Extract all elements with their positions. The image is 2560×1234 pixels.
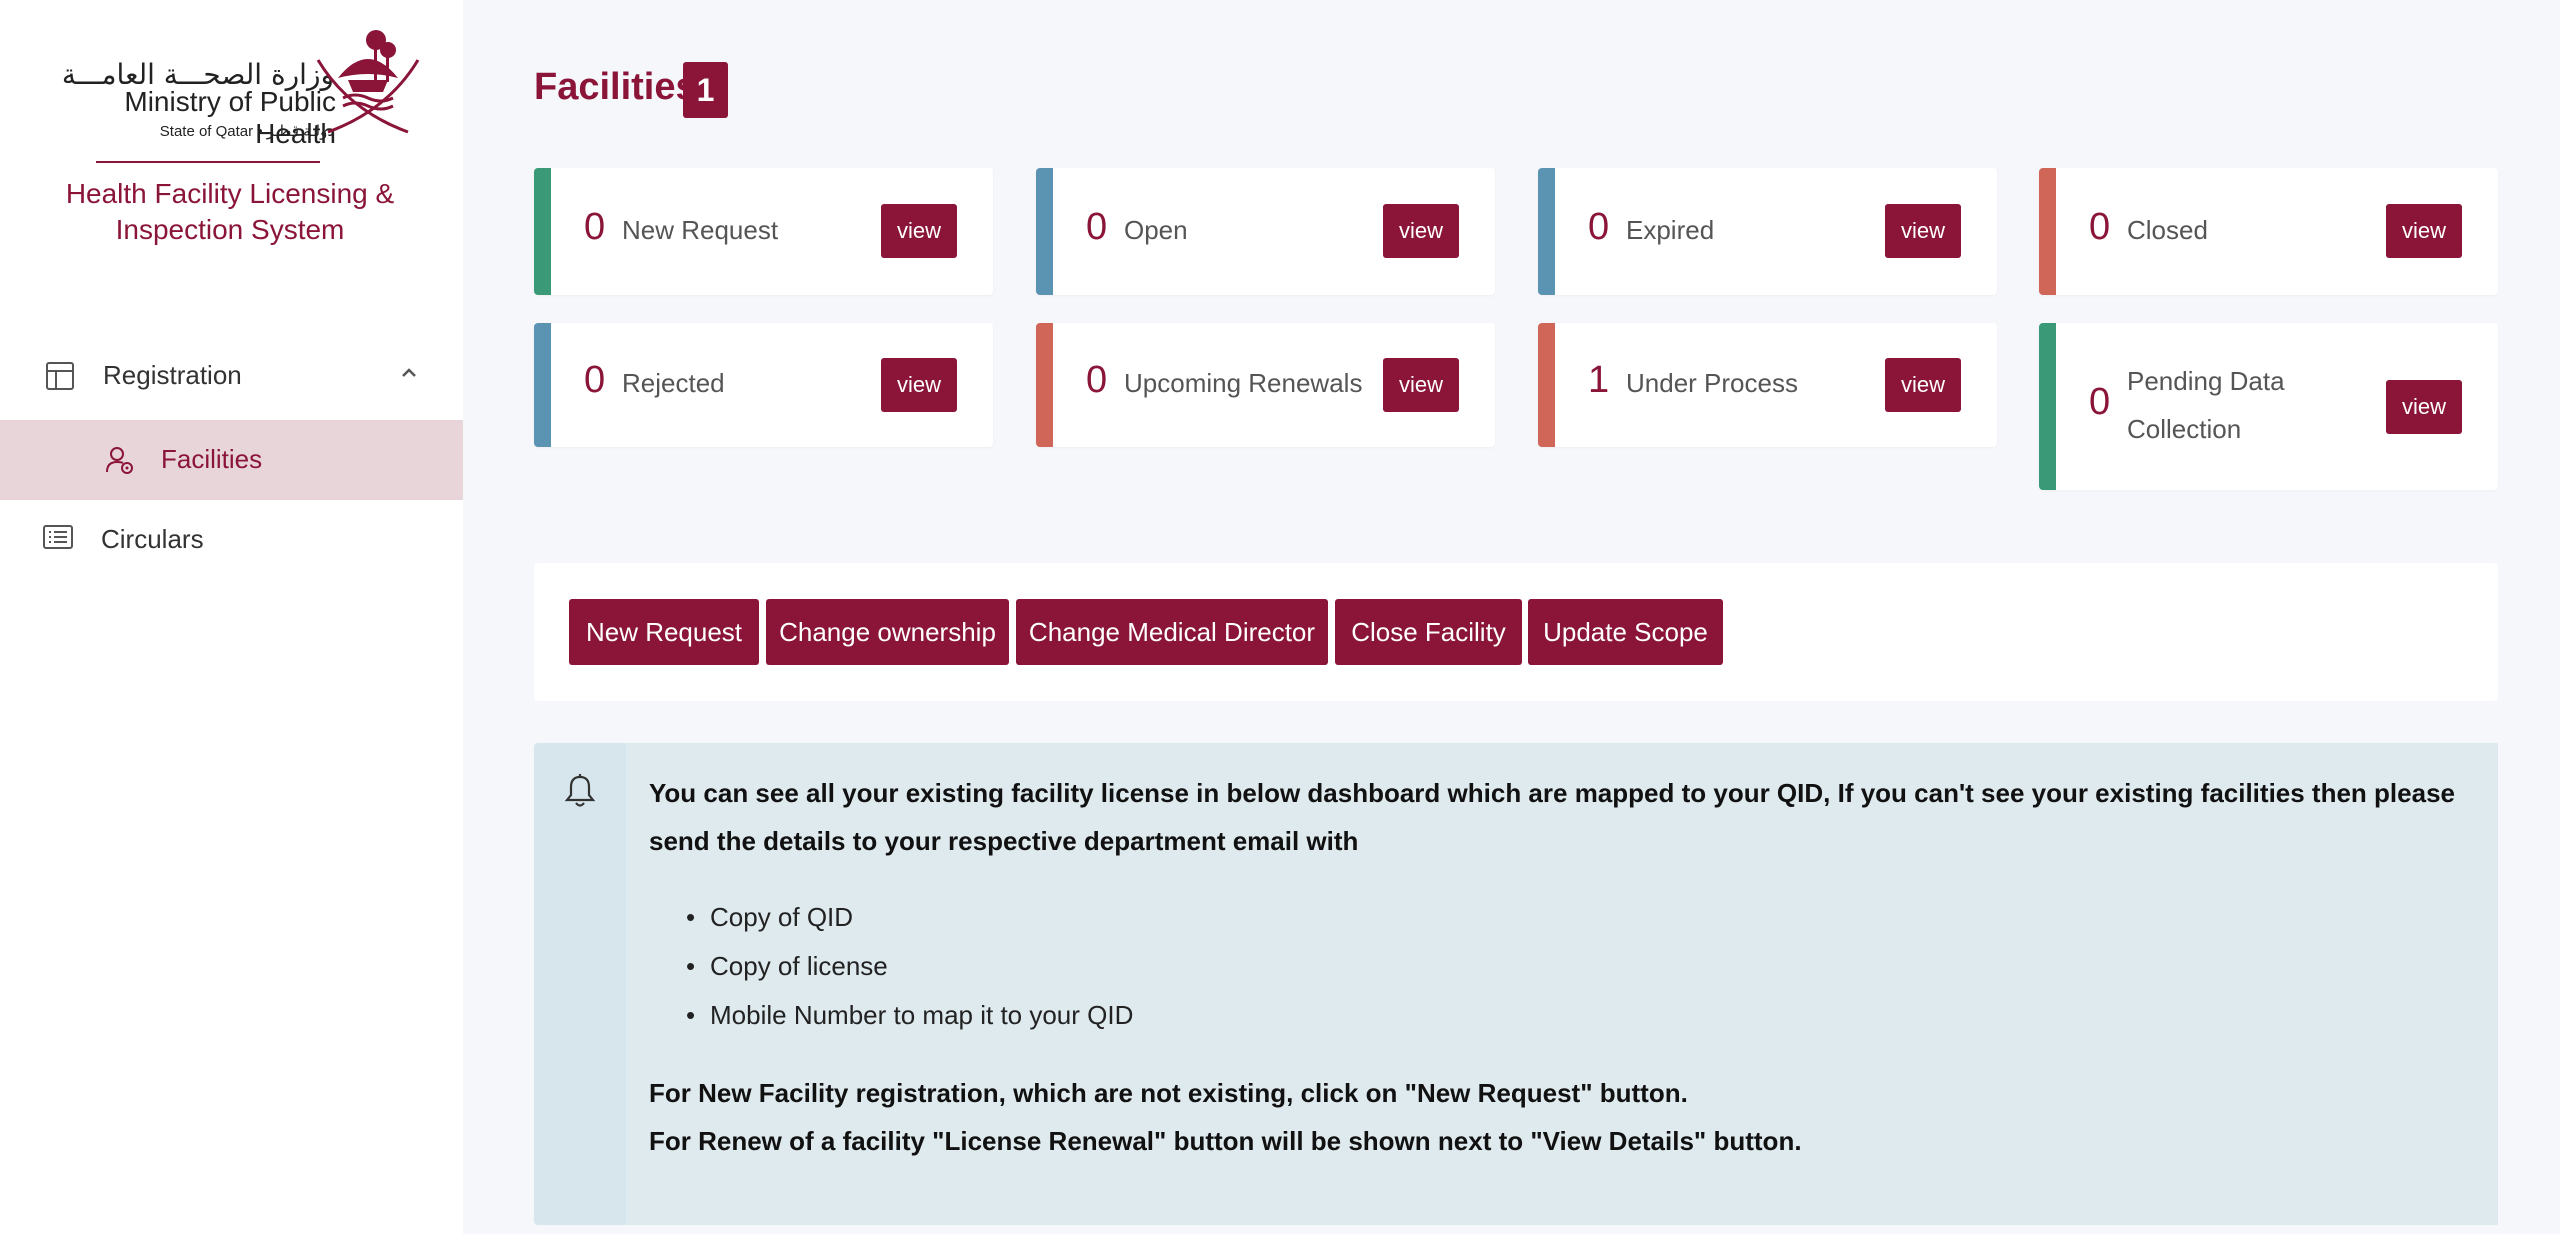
card-open: 0 Open view <box>1036 168 1495 295</box>
card-count: 0 <box>2089 206 2111 248</box>
notice-footer: For New Facility registration, which are… <box>649 1069 2479 1165</box>
card-label: Open <box>1124 215 1188 245</box>
card-label: Closed <box>2127 215 2208 245</box>
notice-list: Copy of QID Copy of license Mobile Numbe… <box>686 893 1133 1040</box>
view-button[interactable]: view <box>1885 204 1961 258</box>
info-notice: You can see all your existing facility l… <box>534 743 2498 1225</box>
card-accent-bar <box>1538 168 1555 295</box>
card-count: 1 <box>1588 359 1610 401</box>
card-label: Upcoming Renewals <box>1124 368 1363 398</box>
card-count: 0 <box>2089 381 2111 423</box>
update-scope-button[interactable]: Update Scope <box>1528 599 1723 665</box>
card-closed: 0 Closed view <box>2039 168 2498 295</box>
user-settings-icon <box>106 447 133 474</box>
card-accent-bar <box>1036 168 1053 295</box>
sidebar-item-registration[interactable]: Registration <box>0 336 463 416</box>
actions-panel: New Request Change ownership Change Medi… <box>534 563 2498 701</box>
view-button[interactable]: view <box>1383 358 1459 412</box>
card-label: Expired <box>1626 215 1715 245</box>
card-count: 0 <box>1086 206 1108 248</box>
ministry-logo: وزارة الصحـــة العامـــة Ministry of Pub… <box>30 20 430 170</box>
card-label: Under Process <box>1626 368 1798 398</box>
sidebar-item-label: Facilities <box>161 444 263 474</box>
change-ownership-button[interactable]: Change ownership <box>766 599 1009 665</box>
card-rejected: 0 Rejected view <box>534 323 993 447</box>
list-icon <box>43 525 73 549</box>
sidebar-item-label: Circulars <box>101 524 204 554</box>
view-button[interactable]: view <box>2386 380 2462 434</box>
notice-text: You can see all your existing facility l… <box>649 778 2455 856</box>
notice-footer-line: For New Facility registration, which are… <box>649 1078 1688 1108</box>
sidebar-item-label: Registration <box>103 360 242 390</box>
logo-english-text: Ministry of Public Health <box>124 86 336 149</box>
list-item: Copy of QID <box>686 893 1133 942</box>
chevron-up-icon[interactable] <box>400 364 418 382</box>
notice-footer-line: For Renew of a facility "License Renewal… <box>649 1126 1802 1156</box>
card-accent-bar <box>1036 323 1053 447</box>
card-label: Pending Data <box>2127 366 2285 396</box>
card-expired: 0 Expired view <box>1538 168 1997 295</box>
card-accent-bar <box>2039 323 2056 490</box>
sidebar-item-facilities[interactable]: Facilities <box>0 420 463 500</box>
count-badge: 1 <box>683 62 728 118</box>
card-label: New Request <box>622 215 779 245</box>
sidebar: وزارة الصحـــة العامـــة Ministry of Pub… <box>0 0 463 1234</box>
close-facility-button[interactable]: Close Facility <box>1335 599 1522 665</box>
view-button[interactable]: view <box>881 358 957 412</box>
logo-state-text: State of Qatar • دولـة قطـر <box>159 123 334 140</box>
change-medical-director-button[interactable]: Change Medical Director <box>1016 599 1328 665</box>
card-count: 0 <box>1588 206 1610 248</box>
layout-icon <box>46 362 74 390</box>
new-request-button[interactable]: New Request <box>569 599 759 665</box>
card-count: 0 <box>584 206 606 248</box>
card-pending-data-collection: 0 Pending Data Collection view <box>2039 323 2498 490</box>
card-accent-bar <box>1538 323 1555 447</box>
card-count: 0 <box>1086 359 1108 401</box>
card-label: Rejected <box>622 368 725 398</box>
card-under-process: 1 Under Process view <box>1538 323 1997 447</box>
card-accent-bar <box>534 168 551 295</box>
card-label-line2: Collection <box>2127 414 2242 444</box>
view-button[interactable]: view <box>1383 204 1459 258</box>
view-button[interactable]: view <box>881 204 957 258</box>
card-upcoming-renewals: 0 Upcoming Renewals view <box>1036 323 1495 447</box>
sidebar-item-circulars[interactable]: Circulars <box>0 500 463 580</box>
card-accent-bar <box>534 323 551 447</box>
card-accent-bar <box>2039 168 2056 295</box>
logo-divider <box>96 161 320 163</box>
system-title: Health Facility Licensing & Inspection S… <box>65 178 395 245</box>
view-button[interactable]: view <box>1885 358 1961 412</box>
main-content: Facilities 1 0 New Request view 0 Open v… <box>463 0 2560 1234</box>
list-item: Copy of license <box>686 942 1133 991</box>
bell-icon <box>564 774 596 807</box>
page-title: Facilities <box>534 66 697 108</box>
card-new-request: 0 New Request view <box>534 168 993 295</box>
card-count: 0 <box>584 359 606 401</box>
view-button[interactable]: view <box>2386 204 2462 258</box>
qatar-emblem-icon <box>316 30 420 134</box>
list-item: Mobile Number to map it to your QID <box>686 991 1133 1040</box>
